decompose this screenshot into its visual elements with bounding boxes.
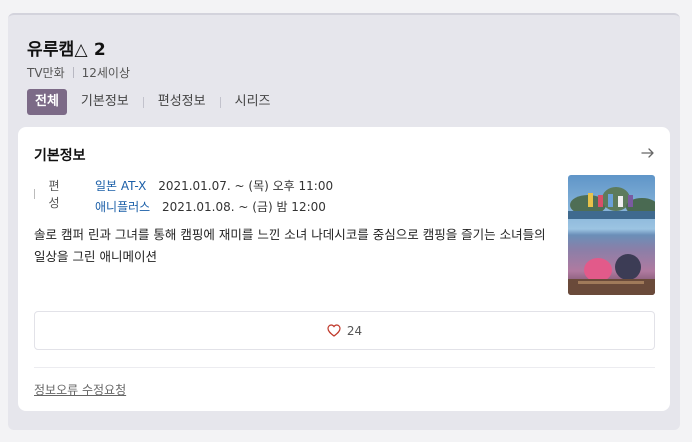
schedule-time: 2021.01.07. ~ (목) 오후 11:00 <box>158 179 334 193</box>
content-panel: 유루캠△ 2 TV만화 12세이상 전체 기본정보 편성정보 시리즈 기본정보 … <box>8 13 680 430</box>
tab-basic-info[interactable]: 기본정보 <box>73 89 137 115</box>
tab-series[interactable]: 시리즈 <box>227 89 279 115</box>
meta-rating: 12세이상 <box>81 66 131 80</box>
schedule-row: 일본 AT-X 2021.01.07. ~ (목) 오후 11:00 <box>95 177 333 194</box>
page-title: 유루캠△ 2 <box>27 40 106 60</box>
basic-info-card: 기본정보 편성 일본 AT-X 2021.01.07. ~ (목) 오후 11:… <box>18 127 670 411</box>
schedule-label: 편성 <box>34 177 60 211</box>
poster-image[interactable] <box>568 175 655 295</box>
tab-divider <box>142 96 144 108</box>
tab-schedule[interactable]: 편성정보 <box>150 89 214 115</box>
divider <box>34 367 655 368</box>
heart-icon <box>327 324 341 337</box>
schedule-row: 애니플러스 2021.01.08. ~ (금) 밤 12:00 <box>95 198 326 215</box>
tab-divider <box>219 96 221 108</box>
synopsis: 솔로 캠퍼 린과 그녀를 통해 캠핑에 재미를 느낀 소녀 나데시코를 중심으로… <box>34 227 546 264</box>
tab-bar: 전체 기본정보 편성정보 시리즈 <box>27 89 279 115</box>
like-button[interactable]: 24 <box>34 311 655 350</box>
tab-all[interactable]: 전체 <box>27 89 67 115</box>
schedule-time: 2021.01.08. ~ (금) 밤 12:00 <box>162 200 326 214</box>
report-error-link[interactable]: 정보오류 수정요청 <box>34 381 126 398</box>
arrow-right-icon[interactable] <box>640 145 656 161</box>
meta-divider <box>72 67 74 78</box>
schedule-label-text: 편성 <box>48 179 60 210</box>
label-bar <box>34 189 35 199</box>
card-title: 기본정보 <box>34 148 86 164</box>
channel-link-aniplus[interactable]: 애니플러스 <box>95 200 150 214</box>
like-count: 24 <box>346 323 363 338</box>
meta-info: TV만화 12세이상 <box>27 64 130 81</box>
meta-type: TV만화 <box>27 66 65 80</box>
channel-link-atx[interactable]: 일본 AT-X <box>95 179 146 193</box>
